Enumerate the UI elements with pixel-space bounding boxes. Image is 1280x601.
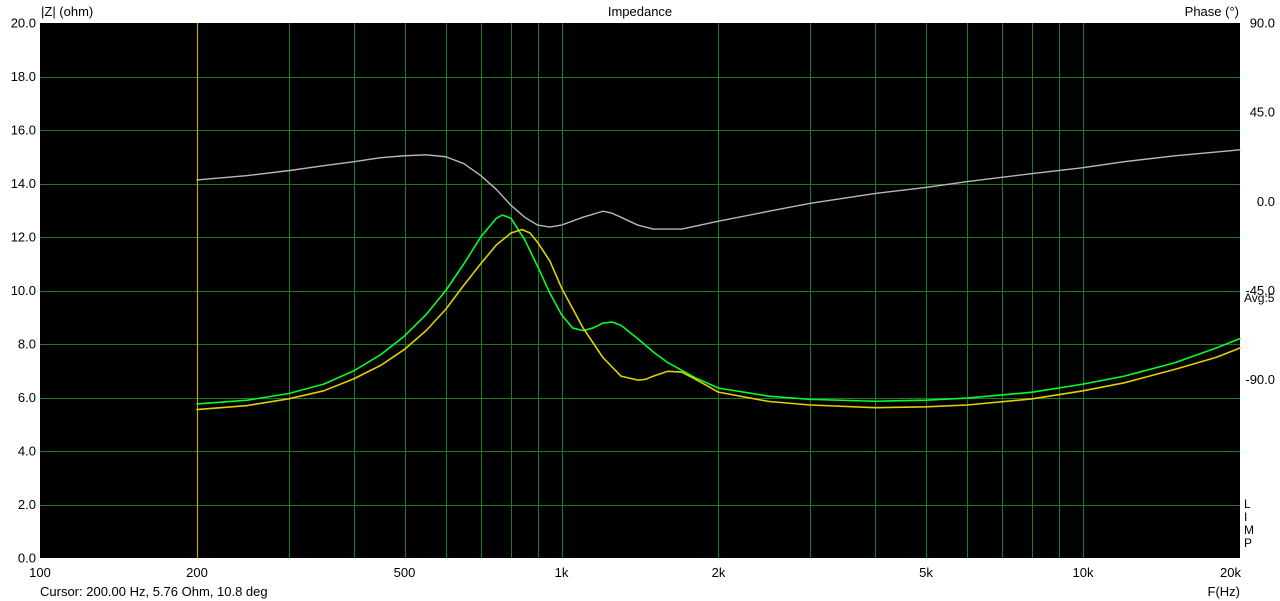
lim-letter: P	[1244, 536, 1253, 550]
x-tick-label: 5k	[919, 565, 933, 580]
avg-label: Avg:5	[1244, 291, 1275, 305]
y-tick-label: 10.0	[11, 283, 36, 298]
y-tick-label: 2.0	[18, 497, 36, 512]
y-tick-label: 12.0	[11, 230, 36, 245]
y2-tick-label: -90.0	[1245, 372, 1275, 387]
y2-tick-label: 45.0	[1250, 105, 1275, 120]
y-tick-label: 4.0	[18, 444, 36, 459]
x-tick-label: 500	[394, 565, 416, 580]
y-tick-label: 0.0	[18, 551, 36, 566]
lim-label[interactable]: L I M P	[1244, 498, 1256, 550]
y2-axis-label: Phase (°)	[1184, 4, 1239, 19]
y2-tick-label: 0.0	[1257, 194, 1275, 209]
x-axis-label: F(Hz)	[1207, 584, 1241, 599]
x-tick-label: 100	[29, 565, 51, 580]
x-tick-label: 10k	[1073, 565, 1094, 580]
y-axis-label: |Z| (ohm)	[41, 4, 94, 19]
y-tick-label: 16.0	[11, 123, 36, 138]
x-tick-label: 2k	[712, 565, 726, 580]
x-tick-label: 1k	[555, 565, 569, 580]
impedance-chart[interactable]: 0.02.04.06.08.010.012.014.016.018.020.0 9…	[0, 0, 1280, 601]
x-tick-label: 20k	[1220, 565, 1241, 580]
cursor-readout: Cursor: 200.00 Hz, 5.76 Ohm, 10.8 deg	[40, 584, 268, 599]
y-tick-label: 18.0	[11, 69, 36, 84]
y-tick-label: 14.0	[11, 176, 36, 191]
y-tick-label: 6.0	[18, 390, 36, 405]
y-tick-label: 8.0	[18, 337, 36, 352]
x-tick-label: 200	[186, 565, 208, 580]
chart-title: Impedance	[607, 4, 673, 19]
